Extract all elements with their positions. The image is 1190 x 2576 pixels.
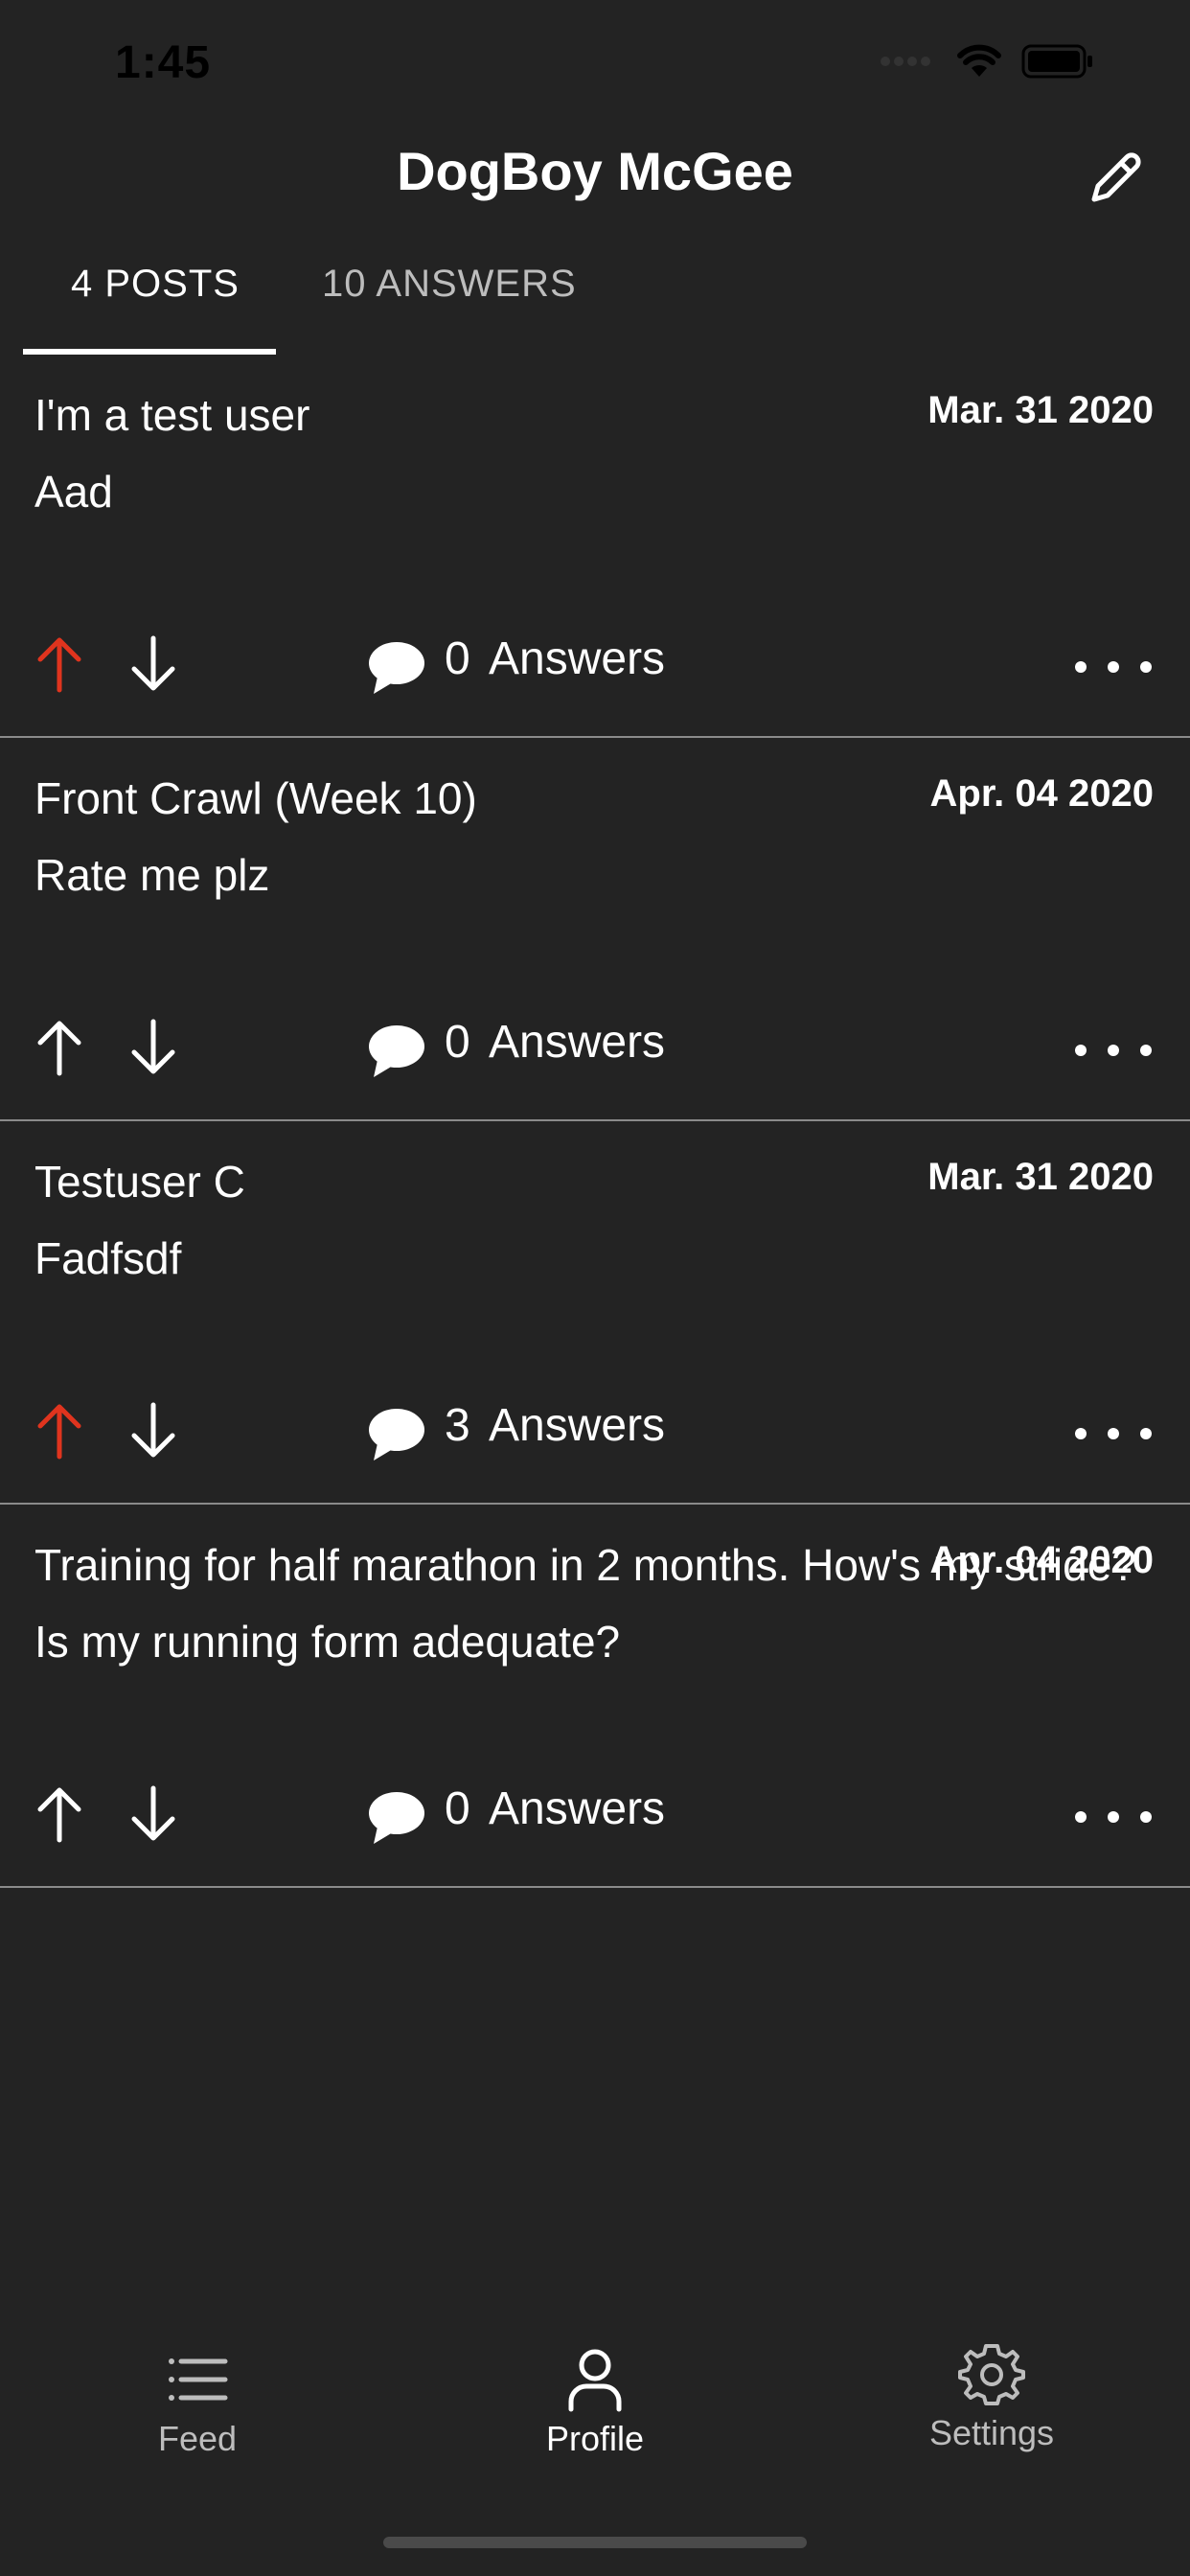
post-date: Mar. 31 2020	[927, 389, 1154, 431]
more-options-button[interactable]	[1075, 1022, 1152, 1079]
nav-profile[interactable]: Profile	[461, 2319, 729, 2472]
post-body: Fadfsdf	[34, 1233, 182, 1283]
tab-posts[interactable]: 4 POSTS	[71, 263, 240, 306]
post-title: Front Crawl (Week 10)	[34, 773, 477, 823]
answers-label[interactable]: Answers	[489, 1782, 665, 1835]
post-card[interactable]: Testuser C Fadfsdf Mar. 31 2020 3 Answer…	[0, 1121, 1190, 1505]
person-icon	[568, 2349, 622, 2412]
post-date: Mar. 31 2020	[927, 1156, 1154, 1198]
post-body: Aad	[34, 467, 113, 517]
status-icons	[880, 44, 1094, 79]
answers-count: 0	[445, 1783, 470, 1834]
pencil-icon	[1091, 152, 1141, 202]
nav-feed-label: Feed	[157, 2419, 238, 2458]
battery-icon	[1021, 44, 1092, 79]
answers-count: 0	[445, 633, 470, 684]
answers-label[interactable]: Answers	[489, 632, 665, 685]
status-time: 1:45	[115, 37, 212, 88]
answers-count: 3	[445, 1400, 470, 1451]
downvote-icon[interactable]	[125, 1397, 182, 1464]
edit-profile-button[interactable]	[1077, 140, 1154, 217]
post-card[interactable]: Training for half marathon in 2 months. …	[0, 1505, 1190, 1888]
gear-icon	[958, 2344, 1025, 2405]
upvote-icon[interactable]	[31, 1781, 88, 1848]
more-options-button[interactable]	[1075, 1405, 1152, 1462]
post-date: Apr. 04 2020	[929, 772, 1155, 815]
answers-count: 0	[445, 1017, 470, 1068]
answers-label[interactable]: Answers	[489, 1399, 665, 1452]
list-icon	[169, 2358, 228, 2401]
post-title: Testuser C	[34, 1157, 245, 1207]
bottom-tab-bar: Feed Profile Settings	[0, 2319, 1190, 2511]
home-indicator	[383, 2537, 807, 2548]
wifi-icon	[957, 44, 1001, 77]
more-options-button[interactable]	[1075, 1788, 1152, 1846]
page-title: DogBoy McGee	[397, 141, 793, 201]
comment-icon	[369, 1025, 424, 1077]
profile-header: DogBoy McGee	[0, 134, 1190, 249]
post-card[interactable]: Front Crawl (Week 10) Rate me plz Apr. 0…	[0, 738, 1190, 1121]
downvote-icon[interactable]	[125, 1781, 182, 1848]
tab-answers[interactable]: 10 ANSWERS	[322, 263, 577, 306]
nav-feed[interactable]: Feed	[63, 2319, 332, 2472]
nav-settings[interactable]: Settings	[858, 2319, 1126, 2472]
downvote-icon[interactable]	[125, 1014, 182, 1081]
nav-settings-label: Settings	[928, 2413, 1055, 2452]
upvote-icon[interactable]	[31, 1014, 88, 1081]
post-body: Is my running form adequate?	[34, 1617, 621, 1667]
status-bar: 1:45	[0, 0, 1190, 134]
post-card[interactable]: I'm a test user Aad Mar. 31 2020 0 Answe…	[0, 355, 1190, 738]
downvote-icon[interactable]	[125, 631, 182, 698]
post-title: I'm a test user	[34, 390, 310, 440]
comment-icon	[369, 642, 424, 694]
comment-icon	[369, 1409, 424, 1460]
upvote-icon[interactable]	[31, 631, 88, 698]
answers-label[interactable]: Answers	[489, 1016, 665, 1069]
post-body: Rate me plz	[34, 850, 270, 900]
upvote-icon[interactable]	[31, 1397, 88, 1464]
profile-tabs: 4 POSTS 10 ANSWERS	[0, 249, 1190, 355]
post-date: Apr. 04 2020	[929, 1539, 1155, 1581]
nav-profile-label: Profile	[545, 2419, 645, 2458]
comment-icon	[369, 1792, 424, 1844]
more-options-button[interactable]	[1075, 638, 1152, 696]
signal-icon	[881, 57, 930, 66]
